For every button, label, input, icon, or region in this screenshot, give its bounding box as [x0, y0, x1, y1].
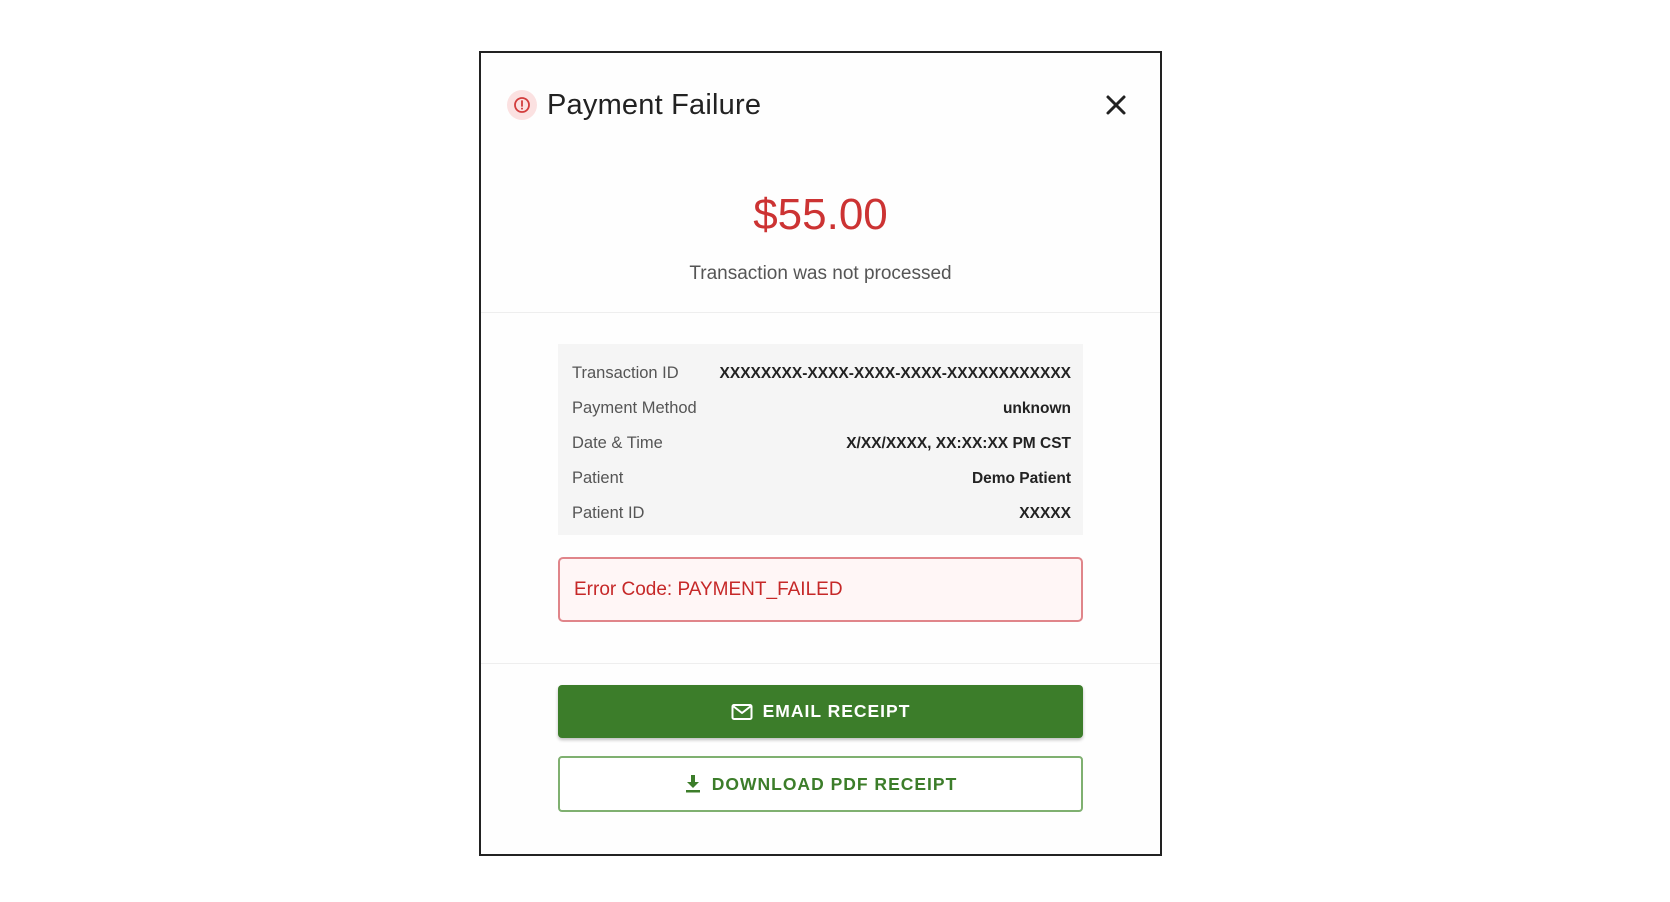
close-icon [1106, 95, 1126, 115]
dialog-title: Payment Failure [547, 88, 762, 121]
email-receipt-label: EMAIL RECEIPT [762, 701, 911, 721]
detail-label: Date & Time [572, 434, 663, 452]
error-code-text: Error Code: PAYMENT_FAILED [574, 578, 843, 600]
download-pdf-receipt-label: DOWNLOAD PDF RECEIPT [711, 773, 958, 794]
payment-amount: $55.00 [753, 190, 888, 239]
detail-value: Demo Patient [971, 469, 1071, 487]
transaction-details: Transaction ID XXXXXXXX-XXXX-XXXX-XXXX-X… [558, 344, 1083, 535]
detail-value: X/XX/XXXX, XX:XX:XX PM CST [846, 434, 1071, 452]
detail-row-transaction-id: Transaction ID XXXXXXXX-XXXX-XXXX-XXXX-X… [572, 356, 1071, 391]
page: Payment Failure $55.00 Transaction was n… [0, 0, 1670, 902]
download-pdf-receipt-button[interactable]: DOWNLOAD PDF RECEIPT [558, 756, 1083, 812]
detail-row-patient-id: Patient ID XXXXX [572, 496, 1071, 531]
detail-value: XXXXX [1019, 504, 1071, 522]
download-icon [684, 774, 702, 794]
detail-row-patient: Patient Demo Patient [572, 461, 1071, 496]
detail-label: Payment Method [572, 399, 697, 417]
detail-row-date-time: Date & Time X/XX/XXXX, XX:XX:XX PM CST [572, 426, 1071, 461]
error-code-box: Error Code: PAYMENT_FAILED [558, 557, 1083, 622]
dialog-header: Payment Failure [507, 85, 1134, 125]
payment-failure-dialog: Payment Failure $55.00 Transaction was n… [479, 51, 1162, 856]
detail-label: Patient ID [572, 504, 645, 522]
detail-value: unknown [1002, 399, 1071, 417]
close-button[interactable] [1098, 87, 1134, 123]
status-message: Transaction was not processed [689, 263, 952, 284]
detail-value: XXXXXXXX-XXXX-XXXX-XXXX-XXXXXXXXXXXX [719, 364, 1071, 382]
email-receipt-button[interactable]: EMAIL RECEIPT [558, 685, 1083, 738]
detail-label: Transaction ID [572, 364, 679, 382]
detail-row-payment-method: Payment Method unknown [572, 391, 1071, 426]
divider [481, 663, 1160, 664]
alert-circle-icon [507, 90, 537, 120]
divider [481, 312, 1160, 313]
mail-icon [731, 703, 753, 721]
detail-label: Patient [572, 469, 624, 487]
